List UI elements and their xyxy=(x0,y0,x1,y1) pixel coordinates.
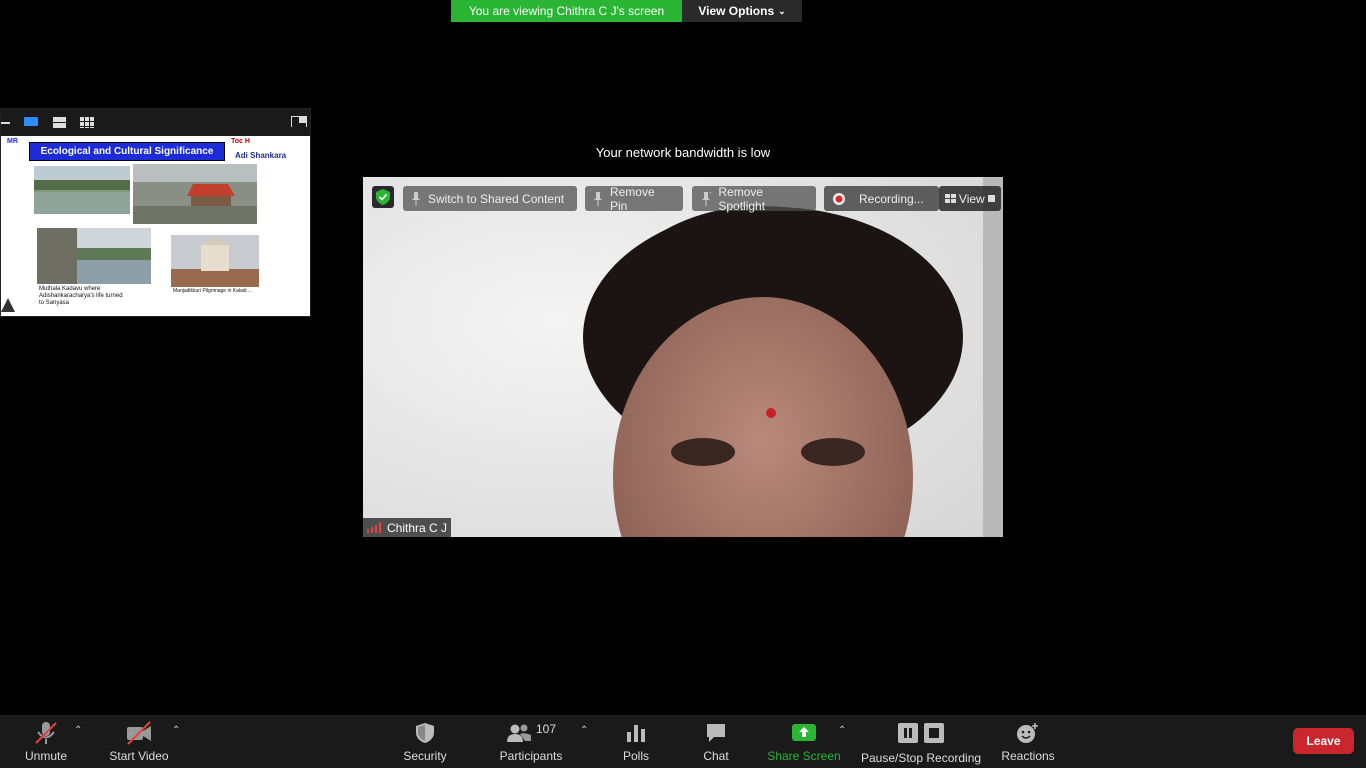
shared-screen-thumbnail[interactable]: MR Ecological and Cultural Significance … xyxy=(0,108,311,317)
view-label: View xyxy=(958,191,985,206)
shared-slide: MR Ecological and Cultural Significance … xyxy=(1,136,310,316)
viewing-screen-label: You are viewing Chithra C J's screen xyxy=(451,0,682,22)
switch-to-shared-content-button[interactable]: Switch to Shared Content xyxy=(403,186,577,211)
switch-label: Switch to Shared Content xyxy=(428,191,565,206)
chat-bubble-icon xyxy=(707,724,725,742)
participants-options-caret[interactable]: ⌃ xyxy=(580,725,588,736)
polls-icon xyxy=(627,725,645,742)
meeting-toolbar: Unmute ⌃ Start Video ⌃ Security 107 Part… xyxy=(0,715,1366,768)
viewing-banner: You are viewing Chithra C J's screen Vie… xyxy=(451,0,802,22)
thumbnail-toolbar xyxy=(1,109,310,136)
microphone-muted-icon xyxy=(35,722,57,744)
slide-photo-pilgrim-church xyxy=(171,235,259,287)
spotlight-icon xyxy=(702,191,712,206)
video-camera-off-icon xyxy=(127,721,151,745)
polls-button[interactable]: Polls xyxy=(622,721,650,763)
remove-pin-button[interactable]: Remove Pin xyxy=(585,184,683,213)
speaker-view-icon[interactable] xyxy=(53,117,66,128)
pause-stop-recording-label: Pause/Stop Recording xyxy=(860,751,982,765)
shield-icon xyxy=(416,723,434,743)
participant-name-tag: Chithra C J xyxy=(363,518,452,537)
minimize-icon[interactable] xyxy=(1,122,10,133)
record-dot-icon xyxy=(833,192,845,205)
remove-spotlight-button[interactable]: Remove Spotlight xyxy=(692,184,816,213)
slide-photo-riverbank xyxy=(37,228,151,284)
unmute-label: Unmute xyxy=(24,749,68,763)
square-icon xyxy=(987,194,995,202)
chat-button[interactable]: Chat xyxy=(702,721,730,763)
recording-label: Recording... xyxy=(859,191,924,206)
share-screen-label: Share Screen xyxy=(767,749,841,763)
video-options-caret[interactable]: ⌃ xyxy=(172,725,180,736)
shield-check-icon xyxy=(376,189,390,205)
pause-icon xyxy=(898,723,918,743)
pin-icon xyxy=(594,191,602,206)
share-options-caret[interactable]: ⌃ xyxy=(838,725,846,736)
security-label: Security xyxy=(403,749,447,763)
participants-icon xyxy=(506,724,531,742)
grid-view-icon xyxy=(945,193,956,203)
slide-caption-right: Manjadikkuri Pilgrimage in Kaladi ... xyxy=(173,288,253,294)
chat-label: Chat xyxy=(703,749,729,763)
polls-label: Polls xyxy=(622,749,649,763)
participants-button[interactable]: 107 Participants xyxy=(499,721,563,763)
start-video-button[interactable]: Start Video xyxy=(108,721,170,763)
remove-pin-label: Remove Pin xyxy=(609,184,655,213)
remove-spotlight-label: Remove Spotlight xyxy=(718,184,766,213)
speaker-video-feed xyxy=(363,177,1003,537)
active-speaker-video[interactable]: Switch to Shared Content Remove Pin Remo… xyxy=(363,177,1003,537)
chevron-down-icon: ⌄ xyxy=(778,5,786,16)
recording-indicator[interactable]: Recording... xyxy=(824,186,939,211)
security-button[interactable]: Security xyxy=(403,721,447,763)
participants-label: Participants xyxy=(499,749,563,763)
stop-icon xyxy=(924,723,944,743)
reactions-label: Reactions xyxy=(1001,749,1055,763)
exit-thumbnail-icon[interactable] xyxy=(291,116,307,127)
slide-bottom-logo xyxy=(1,298,15,312)
reactions-button[interactable]: Reactions xyxy=(1001,721,1055,763)
slide-corner-logo: MR xyxy=(7,138,18,145)
signal-strength-icon xyxy=(367,522,381,533)
slide-photo-lake xyxy=(34,166,130,214)
slide-photo-flood-temple xyxy=(133,164,257,224)
network-bandwidth-notice: Your network bandwidth is low xyxy=(595,145,771,160)
start-video-label: Start Video xyxy=(109,749,169,763)
audio-options-caret[interactable]: ⌃ xyxy=(74,725,82,736)
leave-button[interactable]: Leave xyxy=(1293,728,1354,754)
slide-caption-left: Muthala Kadavu where Adishankaracharya's… xyxy=(39,286,123,306)
participants-count: 107 xyxy=(535,722,557,736)
share-screen-button[interactable]: Share Screen xyxy=(767,721,841,763)
smiley-plus-icon xyxy=(1017,723,1038,743)
pause-stop-recording-button[interactable]: Pause/Stop Recording xyxy=(860,721,982,765)
gallery-view-icon[interactable] xyxy=(80,117,94,128)
unmute-button[interactable]: Unmute xyxy=(24,721,68,763)
encryption-shield-button[interactable] xyxy=(372,186,394,208)
share-screen-arrow-icon xyxy=(792,724,816,741)
view-options-button[interactable]: View Options ⌄ xyxy=(682,0,802,22)
pin-icon xyxy=(412,191,420,206)
view-options-label: View Options xyxy=(698,4,775,18)
view-button[interactable]: View xyxy=(939,186,1001,211)
participant-name: Chithra C J xyxy=(387,520,448,535)
thumbnail-view-icon[interactable] xyxy=(24,117,38,128)
